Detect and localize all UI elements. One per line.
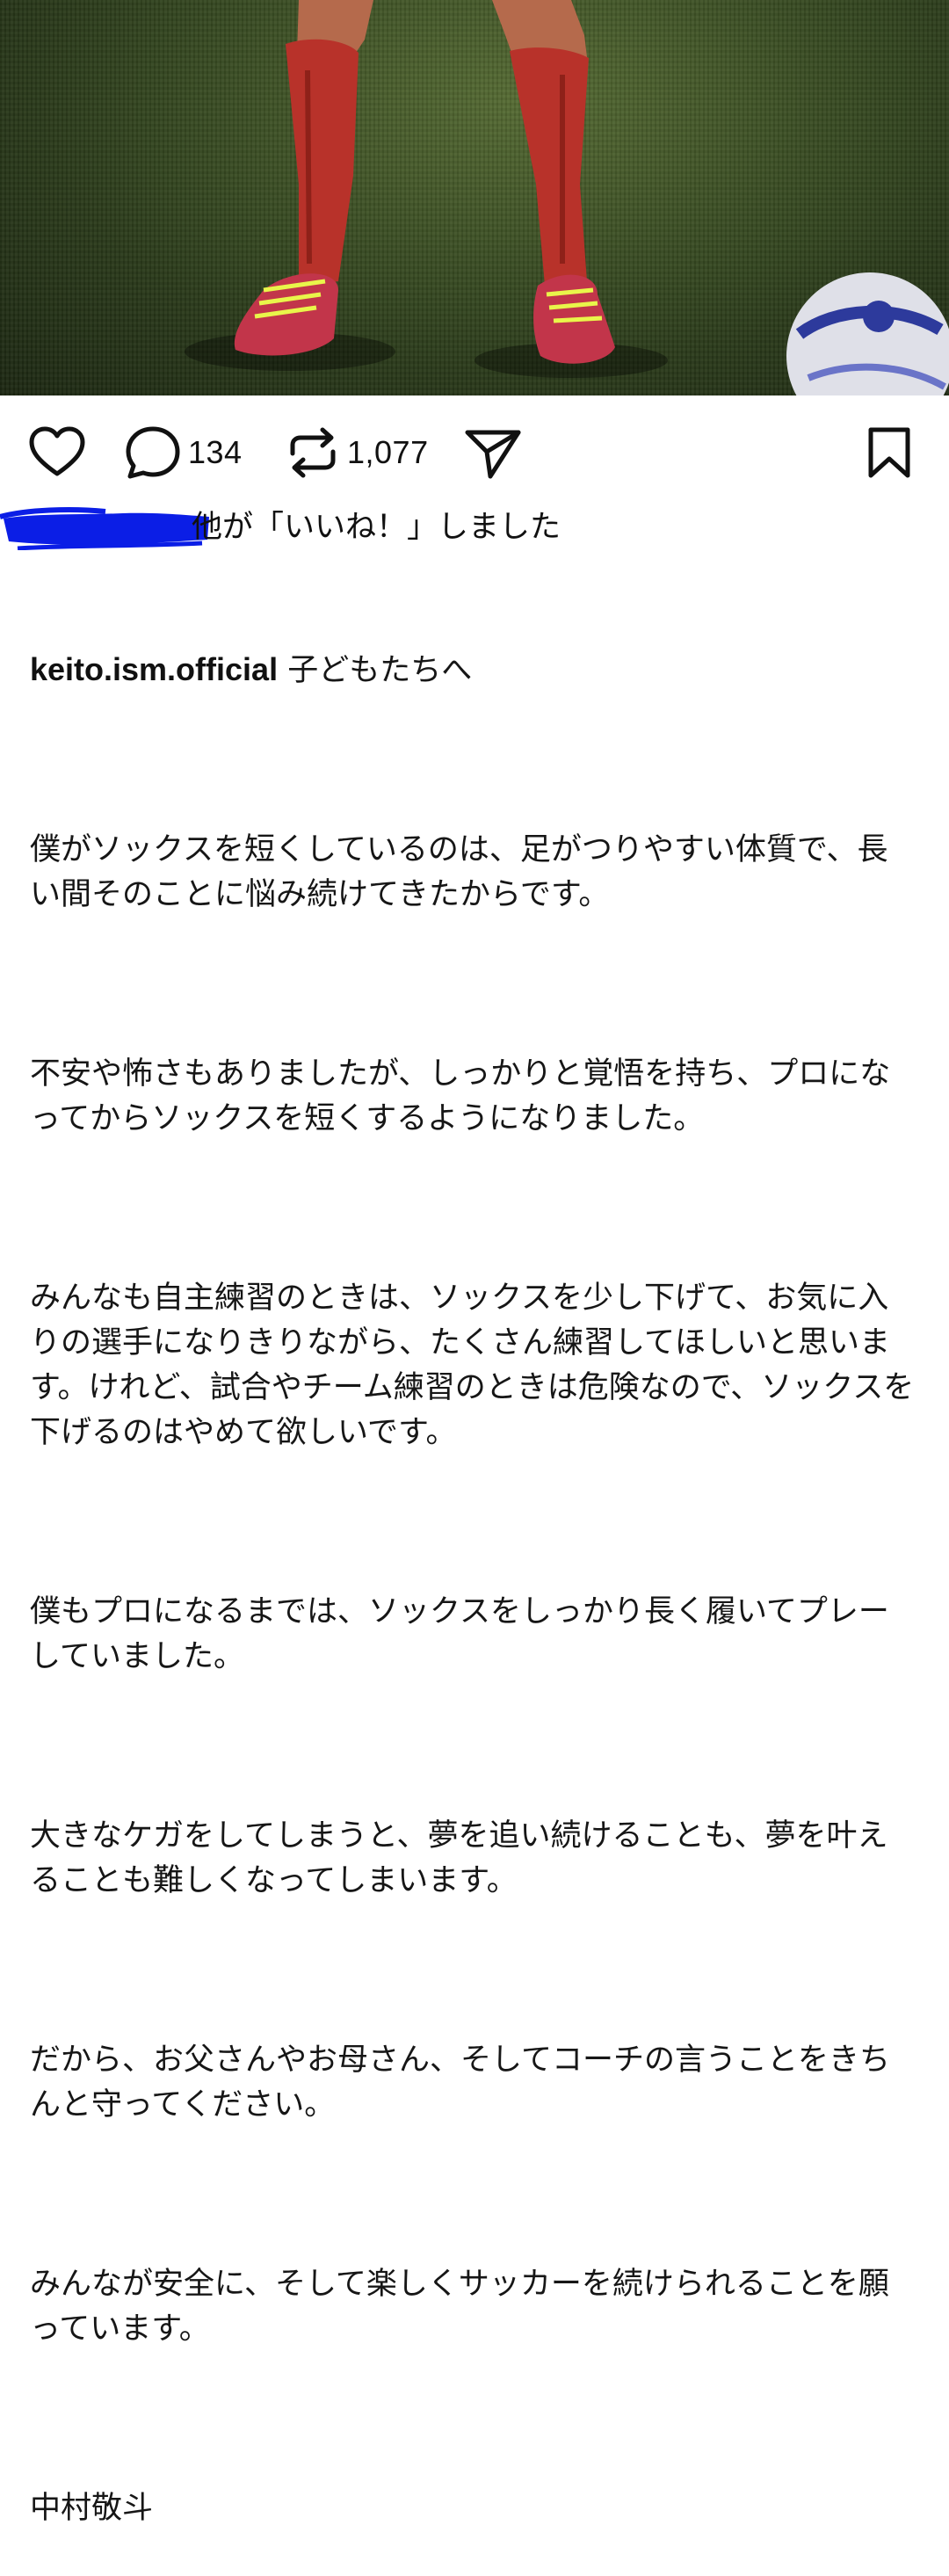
caption-username[interactable]: keito.ism.official [30,651,278,687]
caption-paragraph: 僕がソックスを短くしているのは、足がつりやすい体質で、長い間そのことに悩み続けて… [30,832,888,912]
heart-icon [28,426,86,479]
post-caption: keito.ism.official 子どもたちへ 僕がソックスを短くしているの… [30,557,917,2576]
caption-header: keito.ism.official 子どもたちへ [30,647,917,693]
caption-first-line: 子どもたちへ [287,653,473,688]
caption-paragraph: みんなが安全に、そして楽しくサッカーを続けられることを願っています。 [30,2267,889,2347]
liked-by-text: 他が「いいね！」しました [192,510,561,545]
repost-arrows-icon [286,425,340,480]
caption-paragraph: 僕もプロになるまでは、ソックスをしっかり長く履いてプレーしていました。 [30,1594,889,1674]
post-action-bar: 134 1,077 [0,413,949,492]
post-image[interactable] [0,0,949,395]
comment-count: 134 [188,434,243,470]
like-button[interactable] [28,413,86,492]
repost-count: 1,077 [347,434,429,470]
speech-bubble-icon [125,425,181,480]
caption-paragraph: 大きなケガをしてしまうと、夢を追い続けることも、夢を叶えることも難しくなってしま… [30,1818,888,1898]
player-legs-illustration [185,0,949,395]
comment-button[interactable]: 134 [125,413,243,492]
paper-plane-icon [464,425,522,480]
share-button[interactable] [464,413,522,492]
bookmark-icon [866,425,913,480]
redaction-scribble [0,507,209,550]
caption-paragraph: だから、お父さんやお母さん、そしてコーチの言うことをきちんと守ってください。 [30,2043,890,2122]
repost-button[interactable]: 1,077 [286,413,429,492]
save-button[interactable] [866,413,913,492]
caption-paragraph: みんなも自主練習のときは、ソックスを少し下げて、お気に入りの選手になりきりながら… [30,1281,915,1450]
liked-by-row[interactable]: 他が「いいね！」しました [0,503,949,552]
caption-signature: 中村敬斗 [30,2491,154,2526]
caption-paragraph: 不安や怖さもありましたが、しっかりと覚悟を持ち、プロになってからソックスを短くす… [30,1056,891,1136]
